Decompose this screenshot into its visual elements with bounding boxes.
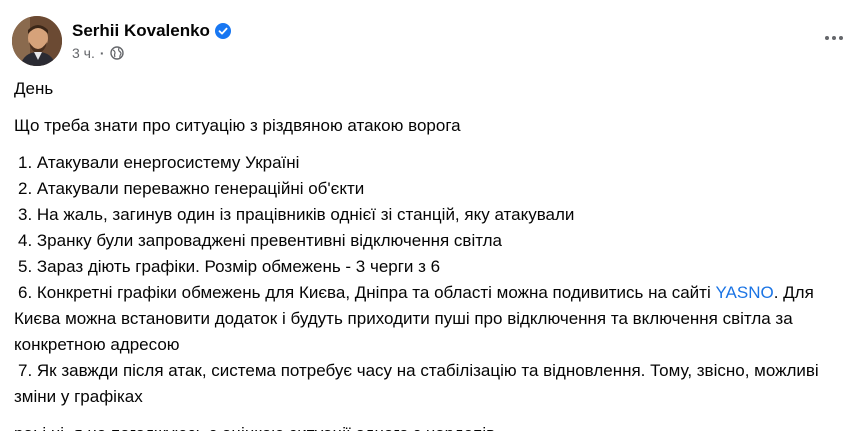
list-item: 3. На жаль, загинув один із працівників … xyxy=(18,205,575,224)
author-row: Serhii Kovalenko xyxy=(72,21,231,41)
more-dot xyxy=(832,36,836,40)
post-timestamp[interactable]: 3 ч. xyxy=(72,45,95,61)
post-meta: Serhii Kovalenko 3 ч. · xyxy=(72,21,231,61)
yasno-link[interactable]: YASNO xyxy=(715,283,773,302)
post-body: День Що треба знати про ситуацію з різдв… xyxy=(14,76,848,431)
item6-prefix: 6. Конкретні графіки обмежень для Києва,… xyxy=(18,283,716,302)
post-card: Serhii Kovalenko 3 ч. · День Що треба зн… xyxy=(0,0,862,431)
author-name[interactable]: Serhii Kovalenko xyxy=(72,21,210,41)
post-ps: ра: і ні, я не погоджуюсь з оцінкою ситу… xyxy=(14,421,848,431)
numbered-list: 1. Атакували енергосистему Україні 2. Ат… xyxy=(14,150,848,410)
post-header: Serhii Kovalenko 3 ч. · xyxy=(12,14,231,68)
item7-text: 7. Як завжди після атак, система потребу… xyxy=(14,361,819,406)
list-item-6: 6. Конкретні графіки обмежень для Києва,… xyxy=(14,280,848,358)
list-item: 4. Зранку були запроваджені превентивні … xyxy=(18,231,503,250)
post-intro: Що треба знати про ситуацію з різдвяною … xyxy=(14,116,461,135)
more-dot xyxy=(839,36,843,40)
avatar-image xyxy=(12,16,62,66)
meta-separator: · xyxy=(99,45,105,61)
list-item-7: 7. Як завжди після атак, система потребу… xyxy=(14,358,848,410)
more-options-icon[interactable] xyxy=(820,24,848,52)
more-dot xyxy=(825,36,829,40)
verified-badge-icon[interactable] xyxy=(214,23,231,39)
list-item: 1. Атакували енергосистему Україні xyxy=(18,153,300,172)
author-avatar[interactable] xyxy=(12,16,62,66)
list-item: 2. Атакували переважно генераційні об'єк… xyxy=(18,179,365,198)
globe-icon[interactable] xyxy=(109,46,124,60)
post-subline: 3 ч. · xyxy=(72,45,231,61)
post-title: День xyxy=(14,79,54,98)
list-item: 5. Зараз діють графіки. Розмір обмежень … xyxy=(18,257,441,276)
